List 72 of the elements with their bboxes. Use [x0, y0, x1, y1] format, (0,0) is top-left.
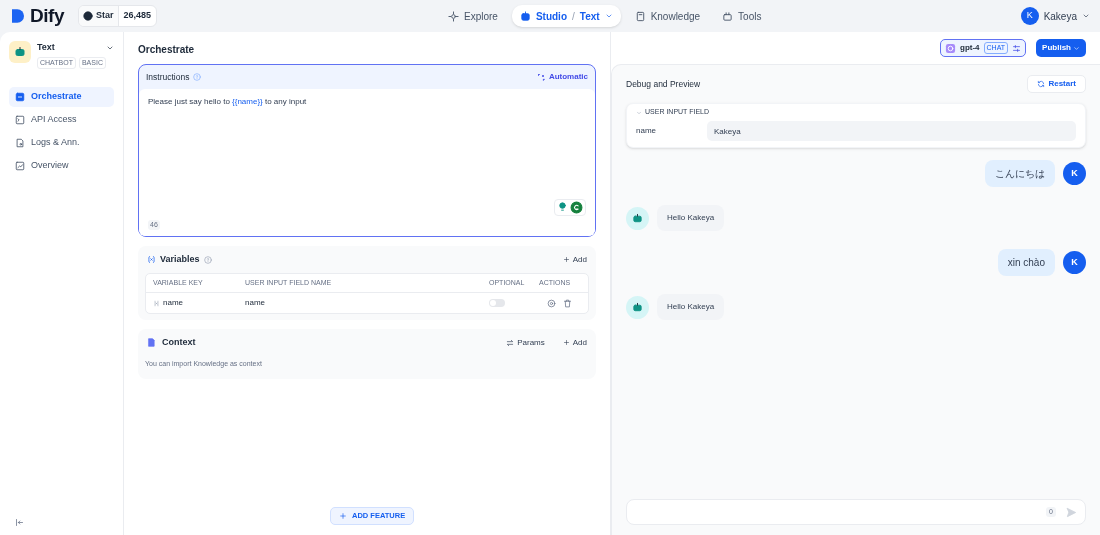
page-title: Orchestrate: [138, 43, 196, 57]
trash-icon: [563, 298, 572, 308]
terminal-icon: [15, 115, 25, 125]
nav-tab[interactable]: Tools: [714, 5, 770, 27]
restart-button[interactable]: Restart: [1027, 75, 1086, 93]
settings-button[interactable]: [547, 298, 556, 308]
robot-icon: [14, 46, 26, 58]
plus-icon: [339, 512, 347, 520]
params-button[interactable]: Params: [506, 336, 545, 349]
collapse-button[interactable]: [15, 518, 25, 527]
optional-toggle[interactable]: [489, 299, 505, 307]
nav-tab[interactable]: Knowledge: [626, 5, 709, 27]
help-icon: [203, 255, 212, 264]
robot-icon: [632, 212, 643, 224]
sparkle-icon: [536, 72, 546, 82]
context-title: Context: [162, 335, 196, 349]
ai-model-icon: [945, 42, 956, 54]
logo-icon: [10, 7, 26, 25]
collapse-icon: [15, 518, 24, 527]
user-avatar: K: [1063, 251, 1086, 274]
automatic-button[interactable]: Automatic: [536, 71, 588, 83]
prompt-text: Please just say hello to {{name}} to any input: [148, 96, 308, 108]
field-label: name: [636, 125, 657, 137]
refresh-icon: [1037, 80, 1046, 88]
sidebar-item[interactable]: Logs & Ann.: [9, 133, 114, 153]
field-name: name: [245, 297, 266, 309]
chevron-down-icon: [604, 12, 613, 20]
sliders-icon: [1012, 43, 1022, 53]
name-input[interactable]: Kakeya: [707, 121, 1076, 141]
sidebar-item[interactable]: Overview: [9, 156, 114, 176]
plus-icon: [562, 256, 570, 263]
publish-button[interactable]: Publish: [1036, 39, 1086, 57]
debug-title: Debug and Preview: [626, 77, 701, 91]
bot-message: Hello Kakeya: [657, 205, 725, 231]
user-menu[interactable]: K Kakeya: [1020, 7, 1090, 25]
robot-icon: [519, 10, 531, 22]
nav-tab[interactable]: Studio / Text: [511, 5, 621, 27]
send-icon: [1066, 506, 1077, 518]
lightbulb-icon: [557, 201, 568, 212]
sidebar-item[interactable]: Orchestrate: [9, 87, 114, 107]
instructions-title: Instructions: [146, 70, 190, 84]
help-icon: [193, 73, 202, 81]
add-variable-button[interactable]: Add: [562, 253, 587, 266]
nav-tab[interactable]: Explore: [440, 5, 506, 27]
variables-title: Variables: [160, 252, 200, 266]
delete-button[interactable]: [563, 298, 572, 308]
user-message: xin chào: [997, 249, 1055, 276]
chevron-down-icon: [1082, 12, 1090, 20]
settings-icon: [547, 298, 556, 308]
book-icon: [634, 10, 646, 22]
chart-icon: [15, 161, 25, 171]
toolbox-icon: [722, 10, 734, 22]
sidebar-item[interactable]: API Access: [9, 110, 114, 130]
swap-icon: [506, 338, 515, 347]
chevron-down-icon: [1073, 44, 1080, 52]
grammar-icon: [570, 201, 583, 214]
bot-message: Hello Kakeya: [657, 294, 725, 320]
app-name: Text: [37, 41, 55, 54]
user-avatar: K: [1020, 7, 1039, 25]
user-message: こんにちは: [985, 160, 1055, 187]
user-avatar: K: [1063, 162, 1086, 185]
app-logo[interactable]: Dify: [30, 1, 64, 31]
document-icon: [15, 138, 25, 148]
chevron-down-icon: [636, 109, 642, 116]
grid-icon: [15, 92, 25, 102]
variable-key: name: [163, 297, 183, 309]
add-context-button[interactable]: Add: [562, 336, 587, 349]
github-star-link[interactable]: Star 26,485: [78, 5, 158, 27]
document-icon: [147, 338, 156, 347]
robot-icon: [632, 301, 643, 313]
github-icon: [83, 11, 93, 21]
plus-icon: [562, 339, 570, 346]
